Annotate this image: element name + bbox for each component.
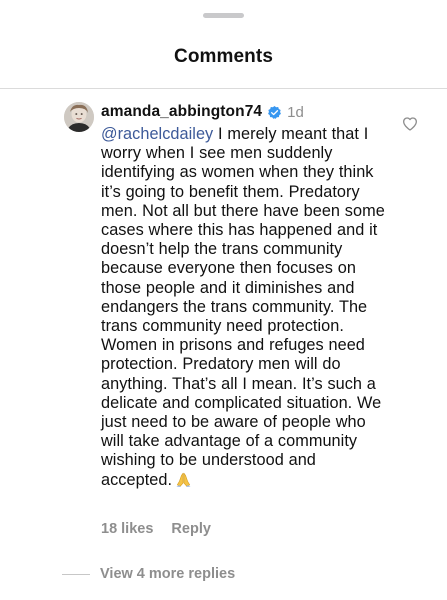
avatar-photo xyxy=(64,102,94,132)
sheet-title: Comments xyxy=(174,46,273,67)
view-more-replies[interactable]: View 4 more replies xyxy=(62,566,235,582)
comment-text: @rachelcdailey I merely meant that I wor… xyxy=(101,125,391,490)
comment-text-body: I merely meant that I worry when I see m… xyxy=(101,125,385,489)
comment-mention[interactable]: @rachelcdailey xyxy=(101,125,213,143)
avatar[interactable] xyxy=(64,102,94,132)
comment-timestamp: 1d xyxy=(287,103,304,121)
folded-hands-emoji xyxy=(175,471,192,488)
comment-username[interactable]: amanda_abbington74 xyxy=(101,103,262,121)
heart-outline-icon[interactable] xyxy=(402,116,418,132)
verified-badge-icon xyxy=(267,105,282,120)
comment-actions: 18 likes Reply xyxy=(101,521,211,537)
likes-count[interactable]: 18 likes xyxy=(101,521,153,537)
reply-button[interactable]: Reply xyxy=(171,521,211,537)
replies-divider-line xyxy=(62,573,90,575)
comment-header: amanda_abbington74 1d xyxy=(101,101,304,123)
comments-sheet: Comments amanda_abbington74 1d @rachelcd… xyxy=(0,0,447,600)
sheet-grab-handle[interactable] xyxy=(203,13,244,18)
view-more-replies-label[interactable]: View 4 more replies xyxy=(100,566,235,582)
header-divider xyxy=(0,88,447,89)
